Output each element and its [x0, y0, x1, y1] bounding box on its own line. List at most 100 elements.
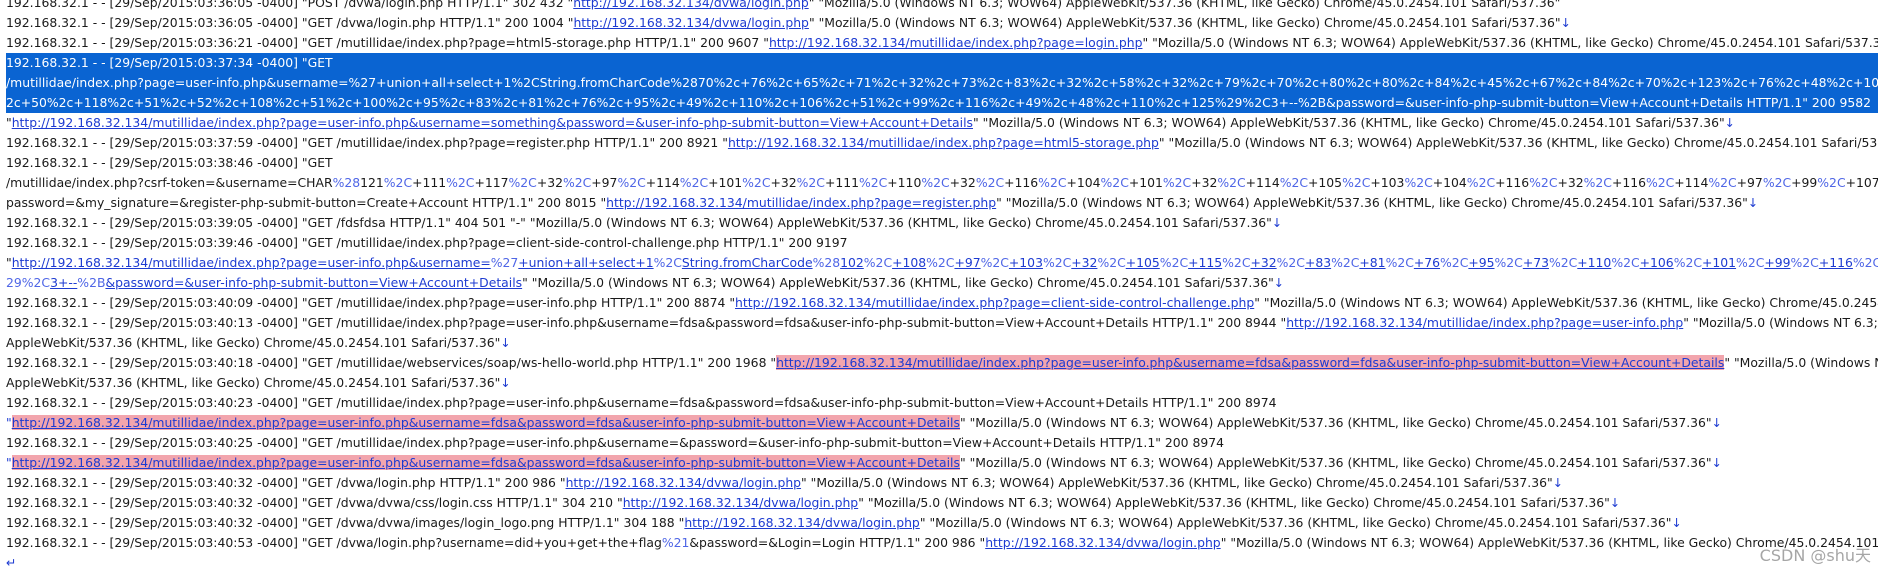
log-text: +114 — [645, 175, 680, 190]
encoded-char: %2C — [562, 175, 592, 190]
log-url-link[interactable]: http://192.168.32.134/dvwa/login.php — [573, 15, 808, 30]
log-url-link[interactable]: +108 — [892, 255, 926, 270]
log-line: 192.168.32.1 - - [29/Sep/2015:03:40:53 -… — [6, 533, 1878, 553]
encoded-char: %2C — [508, 175, 537, 190]
log-url-link[interactable]: +union+all+select+1 — [518, 255, 653, 270]
log-text: 192.168.32.1 - - [29/Sep/2015:03:40:53 -… — [6, 535, 662, 550]
log-url-link[interactable]: +95 — [1468, 255, 1494, 270]
log-url-link[interactable]: +83 — [1305, 255, 1331, 270]
encoded-char: %2C — [1790, 255, 1819, 270]
log-line: 192.168.32.1 - - [29/Sep/2015:03:38:46 -… — [6, 153, 1878, 173]
log-text: " "Mozilla/5.0 (Windows NT 6.3; WOW64) A… — [973, 115, 1725, 130]
log-url-link[interactable]: +115 — [1188, 255, 1222, 270]
log-url-link[interactable]: +103 — [1009, 255, 1043, 270]
log-text: 192.168.32.1 - - [29/Sep/2015:03:40:18 -… — [6, 355, 777, 370]
encoded-char: %2C — [1466, 175, 1496, 190]
log-url-link[interactable]: http://192.168.32.134/mutillidae/index.p… — [11, 415, 960, 430]
line-break-mark: ↓ — [500, 335, 511, 350]
log-text: 192.168.32.1 - - [29/Sep/2015:03:40:25 -… — [6, 435, 1225, 450]
log-url-link[interactable]: +116 — [1819, 255, 1853, 270]
log-text: AppleWebKit/537.36 (KHTML, like Gecko) C… — [6, 375, 501, 390]
line-break-mark: ↓ — [1273, 275, 1285, 290]
log-line: 192.168.32.1 - - [29/Sep/2015:03:40:18 -… — [6, 353, 1878, 373]
log-text: +101 — [1128, 175, 1163, 190]
log-line: 192.168.32.1 - - [29/Sep/2015:03:39:05 -… — [6, 213, 1878, 233]
log-url-link[interactable]: http://192.168.32.134/mutillidae/index.p… — [728, 135, 1159, 150]
encoded-char: %2C — [1645, 175, 1675, 190]
log-text: +114 — [1245, 175, 1280, 190]
log-url-link[interactable]: http://192.168.32.134/mutillidae/index.p… — [12, 115, 973, 130]
log-text: 192.168.32.1 - - [29/Sep/2015:03:38:46 -… — [6, 155, 333, 170]
log-url-link[interactable]: http://192.168.32.134/dvwa/login.php — [573, 0, 808, 10]
log-text: " "Mozilla/5.0 (Windows NT 6.3; WOW64) A… — [858, 495, 1610, 510]
log-line: "http://192.168.32.134/mutillidae/index.… — [6, 413, 1878, 433]
log-url-link[interactable]: 3+-- — [50, 275, 77, 290]
line-break-mark: ↓ — [1609, 495, 1621, 510]
log-text: +97 — [591, 175, 618, 190]
log-url-link[interactable]: +97 — [954, 255, 980, 270]
log-url-link[interactable]: +81 — [1359, 255, 1385, 270]
log-url-link[interactable]: +99 — [1764, 255, 1790, 270]
log-text: +32 — [1557, 175, 1584, 190]
log-url-link[interactable]: &password=&user-info-php-submit-button=V… — [105, 275, 522, 290]
log-text: +110 — [887, 175, 922, 190]
encoded-char: %2C — [1276, 255, 1305, 270]
encoded-char: %2C — [446, 175, 475, 190]
log-url-link[interactable]: +110 — [1577, 255, 1611, 270]
log-line: 192.168.32.1 - - [29/Sep/2015:03:40:13 -… — [6, 313, 1878, 333]
encoded-char: %2C — [1097, 255, 1126, 270]
log-url-link[interactable]: http://192.168.32.134/mutillidae/index.p… — [606, 195, 996, 210]
log-text: +105 — [1308, 175, 1343, 190]
log-url-link[interactable]: +76 — [1414, 255, 1440, 270]
log-text: 192.168.32.1 - - [29/Sep/2015:03:40:09 -… — [6, 295, 736, 310]
log-text: +111 — [824, 175, 859, 190]
log-url-link[interactable]: +73 — [1523, 255, 1549, 270]
log-text: +104 — [1066, 175, 1101, 190]
log-line: 2c+50%2c+118%2c+51%2c+52%2c+108%2c+51%2c… — [6, 93, 1878, 113]
log-text: " "Mozilla/5.0 (Windows NT 6.3; WOW64) A… — [801, 475, 1553, 490]
log-line: password=&my_signature=&register-php-sub… — [6, 193, 1878, 213]
encoded-char: %2C — [1404, 175, 1433, 190]
log-line: ↵ — [6, 553, 1878, 573]
log-url-link[interactable]: http://192.168.32.134/mutillidae/index.p… — [1286, 315, 1683, 330]
encoded-char: %28 — [332, 175, 361, 190]
encoded-char: %2C — [1279, 175, 1309, 190]
encoded-char: %2C — [1440, 255, 1469, 270]
log-url-link[interactable]: String.fromCharCode — [682, 255, 813, 270]
encoded-char: %2C — [858, 175, 888, 190]
log-text-area[interactable]: 192.168.32.1 - - [29/Sep/2015:03:36:05 -… — [6, 0, 1878, 573]
log-url-link[interactable]: +106 — [1640, 255, 1674, 270]
log-url-link[interactable]: http://192.168.32.134/dvwa/login.php — [566, 475, 801, 490]
log-text: 192.168.32.1 - - [29/Sep/2015:03:36:21 -… — [6, 35, 769, 50]
log-url-link[interactable]: http://192.168.32.134/dvwa/login.php — [623, 495, 858, 510]
log-text: 121 — [360, 175, 384, 190]
encoded-char: %2C — [1342, 175, 1371, 190]
line-break-mark: ↵ — [6, 555, 17, 570]
encoded-char: %2C — [1852, 255, 1878, 270]
line-break-mark: ↓ — [1711, 415, 1722, 430]
log-text: +32 — [536, 175, 563, 190]
encoded-char: %2C — [1494, 255, 1523, 270]
log-url-link[interactable]: http://192.168.32.134/dvwa/login.php — [684, 515, 919, 530]
log-text: " "Mozilla/5.0 (Windows NT 6.3; WOW64) A… — [1142, 35, 1878, 50]
encoded-char: %27 — [490, 255, 519, 270]
log-url-link[interactable]: http://192.168.32.134/mutillidae/index.p… — [735, 295, 1254, 310]
log-url-link[interactable]: http://192.168.32.134/mutillidae/index.p… — [12, 255, 491, 270]
log-url-link[interactable]: http://192.168.32.134/dvwa/login.php — [985, 535, 1220, 550]
log-url-link[interactable]: +101 — [1702, 255, 1736, 270]
log-url-link[interactable]: +105 — [1126, 255, 1160, 270]
log-text: +97 — [1736, 175, 1763, 190]
log-url-link[interactable]: +32 — [1071, 255, 1097, 270]
log-url-link[interactable]: +32 — [1250, 255, 1276, 270]
encoded-char: %2C — [1529, 175, 1558, 190]
log-url-link[interactable]: http://192.168.32.134/mutillidae/index.p… — [776, 355, 1725, 370]
log-text: +32 — [770, 175, 797, 190]
watermark: CSDN @shu天 — [1759, 546, 1871, 565]
log-url-link[interactable]: http://192.168.32.134/mutillidae/index.p… — [11, 455, 960, 470]
log-url-link[interactable]: 102 — [840, 255, 864, 270]
encoded-char: %2C — [975, 175, 1005, 190]
log-text: AppleWebKit/537.36 (KHTML, like Gecko) C… — [6, 335, 501, 350]
log-line: 192.168.32.1 - - [29/Sep/2015:03:37:59 -… — [6, 133, 1878, 153]
log-url-link[interactable]: http://192.168.32.134/mutillidae/index.p… — [769, 35, 1143, 50]
encoded-char: %2C — [796, 175, 825, 190]
